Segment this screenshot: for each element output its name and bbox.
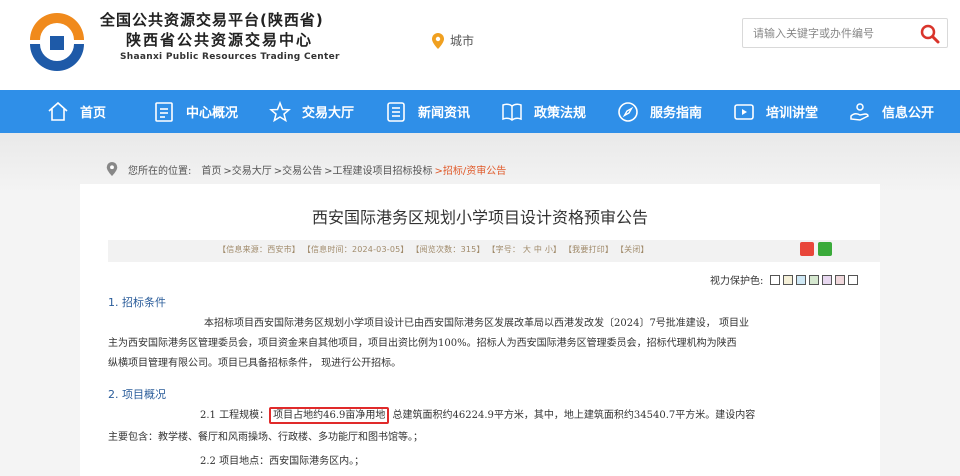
nav-item-disclosure[interactable]: 信息公开 [848,90,934,133]
swatch-color[interactable] [770,274,781,285]
section-2-1-line-1: 2.1 工程规模： 项目占地约46.9亩净用地 总建筑面积约46224.9平方米，… [108,406,878,426]
article-meta: 【信息来源：西安市】 【信息时间：2024-03-05】 【阅览次数：315】 … [218,245,649,254]
location-pin-icon [106,162,118,176]
brand-line-1: 全国公共资源交易平台(陕西省) [100,11,324,29]
book-icon [502,102,522,121]
site-brand: 全国公共资源交易平台(陕西省) 陕西省公共资源交易中心 Shaanxi Publ… [100,10,340,64]
main-nav: 首页 中心概况 交易大厅 新闻资讯 政策法规 服务指南 培训讲堂 信息公开 [0,90,960,133]
swatch-color[interactable] [796,274,807,285]
search-icon[interactable] [919,23,941,45]
nav-item-news[interactable]: 新闻资讯 [384,90,470,133]
section-1-paragraph-line-3: 纵横项目管理有限公司。项目已具备招标条件， 现进行公开招标。 [108,358,402,369]
star-icon [269,100,291,122]
weibo-share-icon[interactable] [800,242,814,256]
swatch-color[interactable] [783,274,794,285]
breadcrumb-item-home[interactable]: 首页 [201,162,221,177]
breadcrumb-prefix: 您所在的位置: [128,165,192,177]
nav-item-policy[interactable]: 政策法规 [500,90,586,133]
article-panel: 西安国际港务区规划小学项目设计资格预审公告 【信息来源：西安市】 【信息时间：2… [80,184,880,476]
swatch-color[interactable] [848,274,859,285]
highlighted-land-area: 项目占地约46.9亩净用地 [269,407,390,424]
city-selector[interactable]: 城市 [432,32,474,49]
search-box [742,18,948,48]
nav-label: 政策法规 [534,106,587,121]
home-icon [48,101,68,121]
article-meta-bar: 【信息来源：西安市】 【信息时间：2024-03-05】 【阅览次数：315】 … [108,240,880,262]
breadcrumb: 您所在的位置: 首页 >交易大厅 >交易公告 >工程建设项目招标投标 >招标/资… [106,160,506,178]
video-icon [734,103,754,120]
section-title-1: 1. 招标条件 [108,296,166,309]
nav-item-guide[interactable]: 服务指南 [616,90,702,133]
city-label: 城市 [450,34,475,48]
article-title: 西安国际港务区规划小学项目设计资格预审公告 [311,208,648,227]
breadcrumb-item-trading-hall[interactable]: >交易大厅 [223,162,271,177]
search-input[interactable] [743,19,911,47]
section-title-2: 2. 项目概况 [108,388,166,401]
nav-label: 信息公开 [882,106,935,121]
brand-line-3: Shaanxi Public Resources Trading Center [120,52,340,62]
section-2-1-prefix: 2.1 工程规模： [200,410,270,421]
nav-item-about[interactable]: 中心概况 [152,90,238,133]
site-header: 全国公共资源交易平台(陕西省) 陕西省公共资源交易中心 Shaanxi Publ… [0,0,960,90]
hand-icon [850,102,869,121]
section-1-paragraph-line-1: 本招标项目西安国际港务区规划小学项目设计已由西安国际港务区发展改革局以西港发改发… [204,318,749,329]
swatch-color[interactable] [809,274,820,285]
nav-label: 交易大厅 [302,106,355,121]
swatch-color[interactable] [822,274,833,285]
breadcrumb-item-engineering[interactable]: >工程建设项目招标投标 [324,162,432,177]
brand-line-2: 陕西省公共资源交易中心 [126,31,314,49]
share-icons [800,242,832,256]
site-logo-icon[interactable] [22,8,92,74]
nav-label: 服务指南 [650,106,703,121]
section-2-1-rest: 总建筑面积约46224.9平方米，其中，地上建筑面积约34540.7平方米。建设… [389,410,756,421]
section-2-1-line-2: 主要包含：教学楼、餐厅和风雨操场、行政楼、多功能厅和图书馆等。； [108,432,423,443]
document-icon [155,101,173,122]
section-1-paragraph-line-2: 主为西安国际港务区管理委员会，项目资金来自其他项目，项目出资比例为100%。招标… [108,338,737,349]
compass-icon [618,101,638,122]
breadcrumb-item-announcements[interactable]: >交易公告 [274,162,322,177]
eye-protect-selector: 视力保护色: [710,272,859,287]
nav-label: 新闻资讯 [418,106,471,121]
section-2-2-line: 2.2 项目地点：西安国际港务区内。； [200,456,365,467]
swatch-color[interactable] [835,274,846,285]
breadcrumb-item-current[interactable]: >招标/资审公告 [435,162,507,177]
eye-protect-label: 视力保护色: [710,276,764,287]
nav-item-training[interactable]: 培训讲堂 [732,90,818,133]
nav-label: 培训讲堂 [766,106,819,121]
nav-item-trading-hall[interactable]: 交易大厅 [268,90,354,133]
nav-label: 首页 [80,106,107,121]
news-icon [387,101,405,122]
location-pin-icon [432,32,444,49]
nav-label: 中心概况 [186,106,239,121]
wechat-share-icon[interactable] [818,242,832,256]
nav-item-home[interactable]: 首页 [46,90,106,133]
